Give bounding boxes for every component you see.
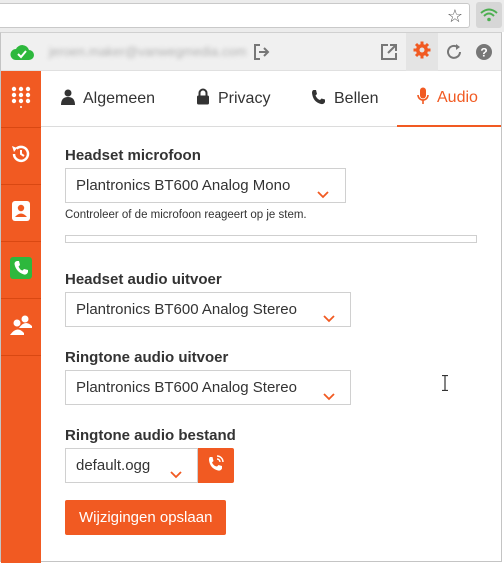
phone-icon	[311, 89, 326, 110]
microphone-icon	[417, 87, 429, 110]
svg-text:?: ?	[480, 46, 487, 60]
chevron-down-icon	[316, 179, 330, 212]
chevron-down-icon	[169, 459, 183, 492]
tab-audio[interactable]: Audio	[397, 71, 501, 127]
account-email: jeroen.maker@vanwegmedia.com	[49, 44, 247, 59]
sidebar-item-phone[interactable]	[1, 242, 41, 298]
mic-label: Headset microfoon	[65, 147, 201, 164]
sidebar-item-history[interactable]	[1, 128, 41, 184]
settings-tabs: Algemeen Privacy Bellen Audio	[41, 71, 501, 127]
sidebar-item-dialpad[interactable]	[1, 71, 41, 127]
ringtone-file-select-value: default.ogg	[76, 457, 151, 474]
sidebar	[1, 71, 41, 563]
mic-select-value: Plantronics BT600 Analog Mono	[76, 177, 291, 194]
lock-icon	[196, 88, 210, 110]
ringtone-file-select[interactable]: default.ogg	[65, 448, 198, 483]
ringtone-file-label: Ringtone audio bestand	[65, 427, 236, 444]
sidebar-divider	[1, 355, 41, 356]
chevron-down-icon	[322, 381, 336, 414]
text-cursor-icon	[442, 374, 448, 396]
output-select-value: Plantronics BT600 Analog Stereo	[76, 301, 297, 318]
settings-button[interactable]	[406, 33, 438, 71]
output-select[interactable]: Plantronics BT600 Analog Stereo	[65, 292, 351, 327]
phone-icon	[10, 256, 32, 284]
mic-level-meter	[65, 235, 477, 243]
user-icon	[61, 89, 75, 110]
save-button[interactable]: Wijzigingen opslaan	[65, 500, 227, 535]
extension-popup: jeroen.maker@vanwegmedia.com ? Algemeen …	[0, 32, 502, 563]
popout-icon[interactable]	[379, 42, 399, 62]
wifi-icon[interactable]	[476, 2, 502, 28]
gear-icon	[413, 41, 431, 64]
star-icon[interactable]: ☆	[447, 5, 463, 27]
play-ringtone-button[interactable]	[198, 448, 234, 483]
help-icon[interactable]: ?	[474, 42, 494, 62]
ringtone-output-select[interactable]: Plantronics BT600 Analog Stereo	[65, 370, 351, 405]
output-label: Headset audio uitvoer	[65, 271, 222, 288]
popup-header: jeroen.maker@vanwegmedia.com ?	[1, 33, 501, 71]
mic-hint: Controleer of de microfoon reageert op j…	[65, 209, 307, 221]
tab-label: Algemeen	[83, 90, 156, 107]
dialpad-icon	[11, 86, 31, 113]
browser-toolbar: ☆	[0, 0, 504, 32]
refresh-icon[interactable]	[444, 42, 464, 62]
mic-select[interactable]: Plantronics BT600 Analog Mono	[65, 168, 346, 203]
address-bar[interactable]: ☆	[0, 3, 470, 28]
tab-algemeen[interactable]: Algemeen	[61, 71, 155, 127]
tab-privacy[interactable]: Privacy	[196, 71, 270, 127]
contacts-icon	[10, 200, 32, 227]
cloud-icon	[9, 43, 35, 66]
phone-ringing-icon	[207, 454, 225, 477]
tab-label: Privacy	[218, 90, 271, 107]
tab-label: Audio	[437, 89, 478, 106]
sidebar-item-group[interactable]	[1, 299, 41, 355]
ringtone-output-label: Ringtone audio uitvoer	[65, 349, 229, 366]
chevron-down-icon	[322, 303, 336, 336]
history-icon	[10, 143, 32, 170]
logout-icon[interactable]	[253, 43, 271, 66]
tab-bellen[interactable]: Bellen	[311, 71, 378, 127]
tab-label: Bellen	[334, 90, 379, 107]
group-icon	[8, 314, 34, 341]
ringtone-output-select-value: Plantronics BT600 Analog Stereo	[76, 379, 297, 396]
sidebar-item-contacts[interactable]	[1, 185, 41, 241]
